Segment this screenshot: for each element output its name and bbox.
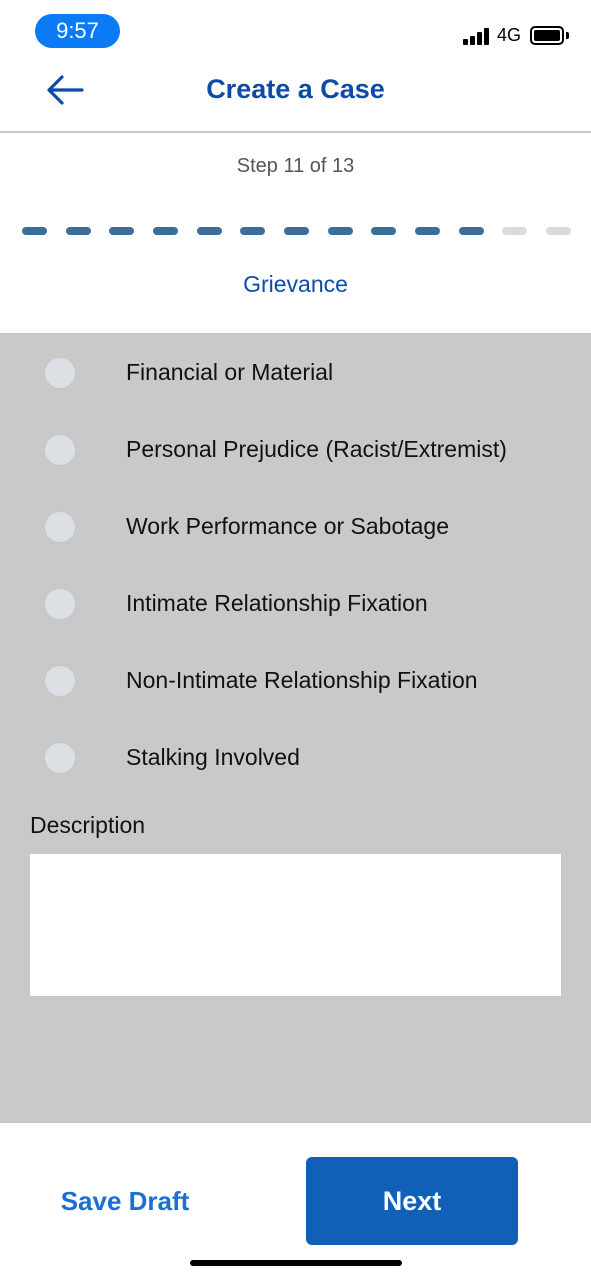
description-field[interactable] <box>30 854 561 996</box>
progress-segment <box>328 227 353 235</box>
option-non-intimate-relationship[interactable]: Non-Intimate Relationship Fixation <box>0 655 591 711</box>
option-label: Financial or Material <box>126 359 334 385</box>
option-financial-material[interactable]: Financial or Material <box>0 347 591 403</box>
option-label: Personal Prejudice (Racist/Extremist) <box>126 436 507 462</box>
radio-button[interactable] <box>44 434 76 466</box>
radio-button[interactable] <box>44 511 76 543</box>
option-label: Non-Intimate Relationship Fixation <box>126 667 478 693</box>
step-indicator-label: Step 11 of 13 <box>236 155 355 177</box>
save-draft-button[interactable]: Save Draft <box>40 1179 210 1223</box>
status-bar: 9:57 4G <box>0 0 591 60</box>
option-personal-prejudice[interactable]: Personal Prejudice (Racist/Extremist) <box>0 424 591 480</box>
description-label: Description <box>30 812 146 838</box>
progress-segment <box>240 227 265 235</box>
home-indicator <box>190 1260 402 1266</box>
radio-button[interactable] <box>44 665 76 697</box>
option-label: Stalking Involved <box>126 744 300 770</box>
nav-header: Create a Case <box>0 60 591 133</box>
option-label: Work Performance or Sabotage <box>126 513 450 539</box>
grievance-form: Financial or Material Personal Prejudice… <box>0 333 591 1123</box>
progress-segment <box>22 227 47 235</box>
radio-button[interactable] <box>44 357 76 389</box>
progress-segment <box>284 227 309 235</box>
option-stalking-involved[interactable]: Stalking Involved <box>0 732 591 788</box>
page-title: Create a Case <box>206 74 385 104</box>
option-work-performance[interactable]: Work Performance or Sabotage <box>0 501 591 557</box>
step-progress-bar <box>22 227 571 235</box>
battery-icon <box>530 26 564 45</box>
progress-segment <box>153 227 178 235</box>
progress-segment <box>66 227 91 235</box>
status-time: 9:57 <box>35 14 120 48</box>
progress-segment <box>109 227 134 235</box>
signal-icon <box>463 27 493 45</box>
section-title: Grievance <box>243 271 348 297</box>
radio-button[interactable] <box>44 588 76 620</box>
progress-segment <box>415 227 440 235</box>
progress-segment <box>502 227 527 235</box>
progress-segment <box>197 227 222 235</box>
option-intimate-relationship[interactable]: Intimate Relationship Fixation <box>0 578 591 634</box>
option-label: Intimate Relationship Fixation <box>126 590 428 616</box>
progress-segment <box>546 227 571 235</box>
progress-segment <box>459 227 484 235</box>
footer-actions: Save Draft Next <box>0 1123 591 1280</box>
next-button[interactable]: Next <box>306 1157 518 1245</box>
create-case-screen: 9:57 4G Create a Case Step 11 of 13 Grie… <box>0 0 591 1280</box>
network-type: 4G <box>497 25 522 45</box>
radio-button[interactable] <box>44 742 76 774</box>
battery-cap <box>566 32 569 39</box>
progress-segment <box>371 227 396 235</box>
